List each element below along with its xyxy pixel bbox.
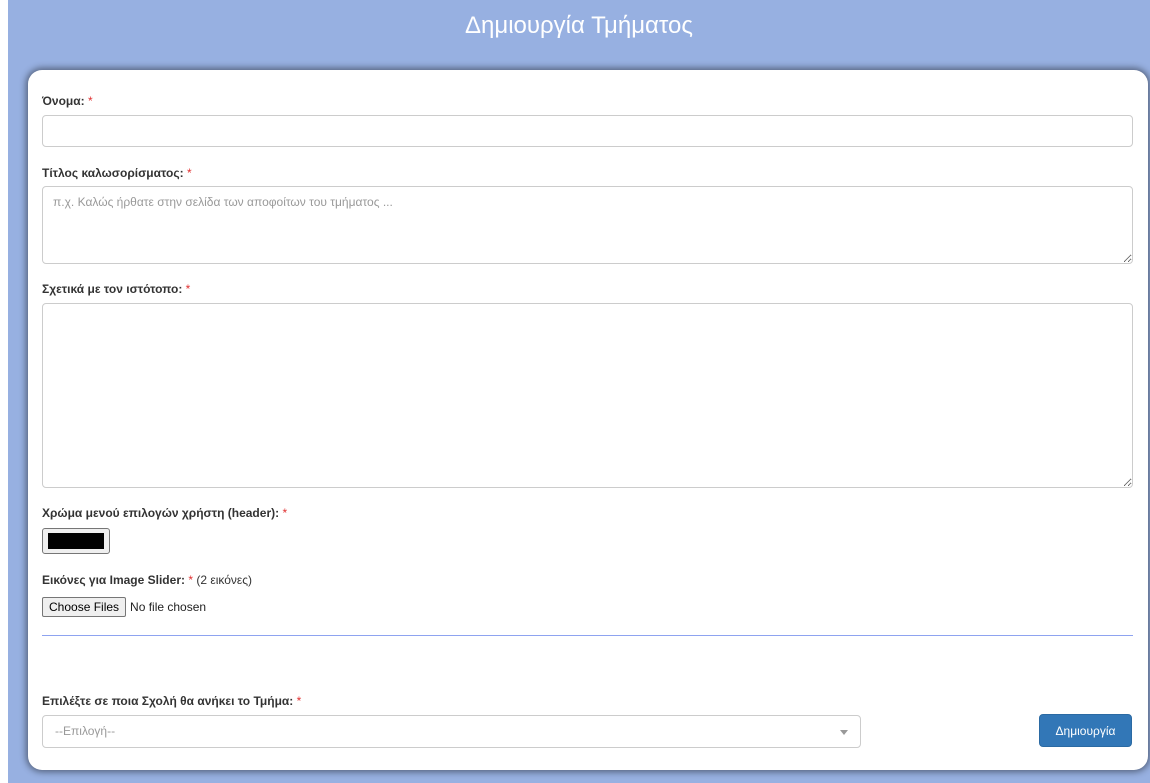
header-color-label: Χρώμα μενού επιλογών χρήστη (header): *	[42, 506, 287, 520]
school-label: Επιλέξτε σε ποια Σχολή θα ανήκει το Τμήμ…	[42, 694, 301, 708]
welcome-title-label-text: Τίτλος καλωσορίσματος:	[42, 166, 184, 180]
section-divider	[42, 635, 1133, 636]
required-marker: *	[185, 282, 191, 296]
chevron-down-icon	[840, 730, 848, 735]
welcome-title-textarea[interactable]	[42, 186, 1133, 264]
name-input[interactable]	[42, 115, 1133, 147]
name-label-text: Όνομα:	[42, 94, 85, 108]
choose-files-button[interactable]: Choose Files	[42, 597, 127, 617]
form-card: Όνομα: * Τίτλος καλωσορίσματος: * Σχετικ…	[28, 70, 1148, 770]
name-label: Όνομα: *	[42, 94, 93, 108]
about-textarea[interactable]	[42, 303, 1133, 488]
required-marker: *	[87, 94, 93, 108]
school-select[interactable]: --Επιλογή--	[42, 715, 861, 748]
slider-images-label-text: Εικόνες για Image Slider:	[42, 573, 185, 587]
slider-images-label: Εικόνες για Image Slider: * (2 εικόνες)	[42, 573, 252, 587]
welcome-title-label: Τίτλος καλωσορίσματος: *	[42, 166, 192, 180]
header-color-picker[interactable]	[42, 528, 110, 554]
required-marker: *	[296, 694, 302, 708]
color-swatch	[48, 533, 104, 549]
required-marker: *	[282, 506, 288, 520]
required-marker: *	[188, 573, 193, 587]
file-status-text: No file chosen	[130, 600, 207, 614]
page-title: Δημιουργία Τμήματος	[465, 12, 693, 39]
header-color-label-text: Χρώμα μενού επιλογών χρήστη (header):	[42, 506, 280, 520]
slider-images-note: (2 εικόνες)	[196, 573, 253, 587]
about-label: Σχετικά με τον ιστότοπο: *	[42, 282, 190, 296]
about-label-text: Σχετικά με τον ιστότοπο:	[42, 282, 183, 296]
required-marker: *	[186, 166, 192, 180]
school-label-text: Επιλέξτε σε ποια Σχολή θα ανήκει το Τμήμ…	[42, 694, 294, 708]
create-button[interactable]: Δημιουργία	[1039, 714, 1132, 747]
file-input: Choose Files No file chosen	[42, 597, 206, 617]
school-select-value: --Επιλογή--	[55, 724, 116, 738]
